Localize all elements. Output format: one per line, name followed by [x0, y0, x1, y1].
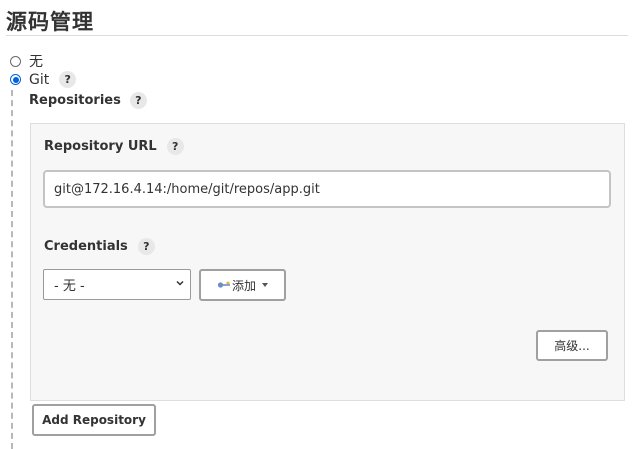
title-divider: [6, 35, 628, 36]
repository-url-heading: Repository URL ?: [44, 138, 184, 155]
credentials-label: Credentials: [44, 239, 128, 254]
section-title: 源码管理: [6, 10, 94, 34]
scm-option-none[interactable]: 无: [10, 51, 43, 71]
credentials-select[interactable]: - 无 -: [43, 269, 191, 300]
repositories-heading: Repositories ?: [29, 92, 147, 109]
key-icon: [217, 281, 230, 288]
radio-none[interactable]: [10, 55, 21, 67]
repository-url-label: Repository URL: [44, 139, 157, 154]
repositories-label: Repositories: [29, 93, 121, 108]
add-repository-label: Add Repository: [42, 413, 146, 427]
advanced-button-label: 高级...: [554, 339, 590, 353]
credentials-selected-value: - 无 -: [54, 279, 85, 294]
add-repository-button[interactable]: Add Repository: [32, 404, 156, 436]
radio-none-label: 无: [29, 54, 43, 70]
caret-down-icon: [262, 283, 268, 287]
credentials-heading: Credentials ?: [44, 238, 155, 255]
add-credentials-label: 添加: [231, 278, 256, 293]
credentials-help-icon[interactable]: ?: [137, 238, 155, 255]
git-section-indent-line: [11, 90, 13, 449]
radio-git[interactable]: [10, 74, 21, 85]
repositories-help-icon[interactable]: ?: [129, 92, 147, 109]
repository-url-input[interactable]: git@172.16.4.14:/home/git/repos/app.git: [43, 170, 611, 208]
chevron-down-icon: [176, 280, 184, 286]
scm-option-git[interactable]: Git ?: [10, 71, 77, 88]
add-credentials-button[interactable]: 添加: [199, 269, 286, 301]
repository-url-help-icon[interactable]: ?: [166, 138, 184, 155]
repository-url-value: git@172.16.4.14:/home/git/repos/app.git: [54, 181, 320, 197]
git-help-icon[interactable]: ?: [59, 71, 77, 88]
advanced-button[interactable]: 高级...: [536, 330, 608, 361]
radio-git-label: Git: [29, 71, 50, 88]
